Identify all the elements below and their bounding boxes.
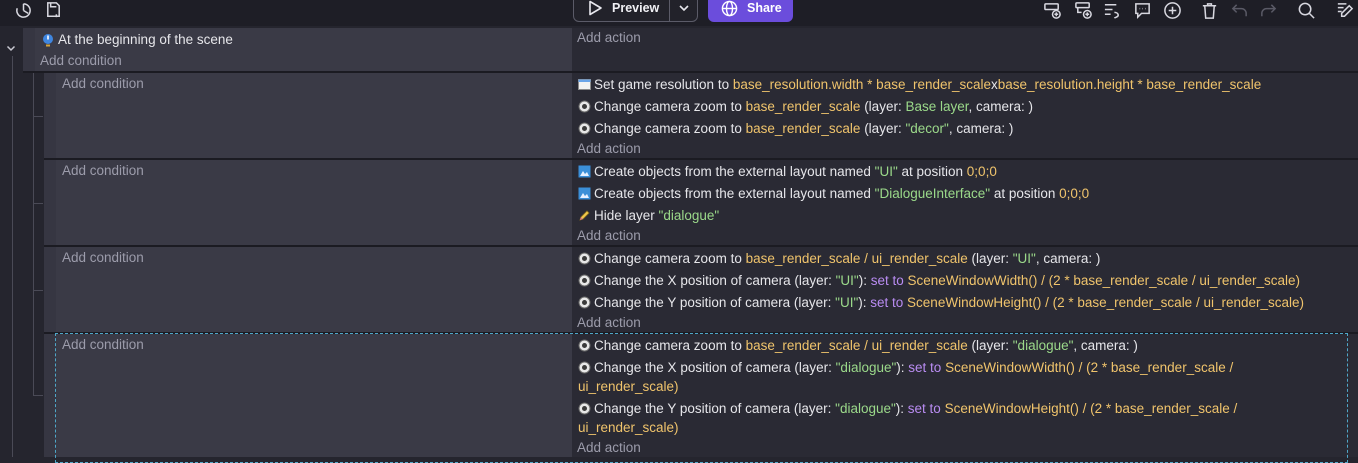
share-button[interactable]: Share xyxy=(708,0,793,22)
event-drag-handle[interactable] xyxy=(23,28,35,71)
tree-line xyxy=(33,203,43,204)
camera-icon xyxy=(578,402,591,415)
camera-icon xyxy=(578,252,591,265)
edit-icon[interactable] xyxy=(1333,0,1355,20)
condition-label: At the beginning of the scene xyxy=(58,32,233,47)
action-camera-zoom[interactable]: Change camera zoom to base_render_scale … xyxy=(578,336,1138,355)
camera-icon xyxy=(578,274,591,287)
toolbar: Preview Share xyxy=(0,0,1358,26)
scene-start-icon xyxy=(43,33,53,46)
globe-icon xyxy=(721,0,738,16)
redo-icon[interactable] xyxy=(1257,0,1279,20)
action-hide-layer[interactable]: Hide layer "dialogue" xyxy=(578,206,719,225)
save-icon[interactable] xyxy=(42,0,64,20)
external-layout-icon xyxy=(578,165,591,178)
tree-line xyxy=(33,116,43,117)
add-action-link[interactable]: Add action xyxy=(577,315,641,330)
action-camera-x[interactable]: Change the X position of camera (layer: … xyxy=(578,358,1268,396)
tree-line xyxy=(33,73,34,395)
camera-icon xyxy=(578,339,591,352)
preview-options-button[interactable] xyxy=(670,0,697,21)
add-event-icon[interactable] xyxy=(1041,0,1063,20)
tree-line xyxy=(33,290,43,291)
action-camera-zoom[interactable]: Change camera zoom to base_render_scale … xyxy=(578,97,1033,116)
camera-icon xyxy=(578,296,591,309)
collapse-chevron-icon[interactable] xyxy=(5,42,17,54)
event-drag-handle[interactable] xyxy=(44,334,56,457)
add-action-link[interactable]: Add action xyxy=(577,141,641,156)
event-drag-handle[interactable] xyxy=(44,247,56,332)
camera-icon xyxy=(578,100,591,113)
tree-line xyxy=(12,56,13,457)
search-icon[interactable] xyxy=(1295,0,1317,20)
play-icon xyxy=(589,0,602,16)
preview-label: Preview xyxy=(612,1,660,15)
action-create-from-layout[interactable]: Create objects from the external layout … xyxy=(578,162,997,181)
history-icon[interactable] xyxy=(12,0,34,20)
add-action-link[interactable]: Add action xyxy=(577,30,641,45)
action-camera-zoom[interactable]: Change camera zoom to base_render_scale … xyxy=(578,119,1013,138)
add-condition-link[interactable]: Add condition xyxy=(40,53,122,68)
add-condition-link[interactable]: Add condition xyxy=(62,250,144,265)
pencil-icon xyxy=(579,210,590,221)
event-drag-handle[interactable] xyxy=(44,73,56,158)
add-subevent-icon[interactable] xyxy=(1072,0,1094,20)
camera-icon xyxy=(578,122,591,135)
action-create-from-layout[interactable]: Create objects from the external layout … xyxy=(578,184,1089,203)
condition-scene-start[interactable]: At the beginning of the scene xyxy=(41,32,233,47)
share-label: Share xyxy=(747,1,782,15)
add-action-link[interactable]: Add action xyxy=(577,440,641,455)
event-actions[interactable] xyxy=(572,28,1358,71)
preview-main[interactable]: Preview xyxy=(574,0,670,21)
camera-icon xyxy=(578,361,591,374)
external-layout-icon xyxy=(578,187,591,200)
tree-line xyxy=(33,395,43,396)
action-set-resolution[interactable]: Set game resolution to base_resolution.w… xyxy=(578,75,1261,94)
undo-icon[interactable] xyxy=(1228,0,1250,20)
delete-icon[interactable] xyxy=(1198,0,1220,20)
add-action-link[interactable]: Add action xyxy=(577,228,641,243)
preview-button[interactable]: Preview xyxy=(573,0,698,22)
action-camera-zoom[interactable]: Change camera zoom to base_render_scale … xyxy=(578,249,1100,268)
add-condition-link[interactable]: Add condition xyxy=(62,163,144,178)
event-drag-handle[interactable] xyxy=(44,160,56,245)
action-camera-y[interactable]: Change the Y position of camera (layer: … xyxy=(578,399,1268,437)
add-condition-link[interactable]: Add condition xyxy=(62,337,144,352)
action-camera-y[interactable]: Change the Y position of camera (layer: … xyxy=(578,293,1304,312)
add-comment-icon[interactable] xyxy=(1131,0,1153,20)
action-camera-x[interactable]: Change the X position of camera (layer: … xyxy=(578,271,1300,290)
chevron-down-icon xyxy=(678,5,689,12)
add-condition-link[interactable]: Add condition xyxy=(62,76,144,91)
add-icon[interactable] xyxy=(1161,0,1183,20)
event-conditions[interactable] xyxy=(56,334,572,457)
add-group-icon[interactable] xyxy=(1101,0,1123,20)
window-icon xyxy=(578,79,591,90)
